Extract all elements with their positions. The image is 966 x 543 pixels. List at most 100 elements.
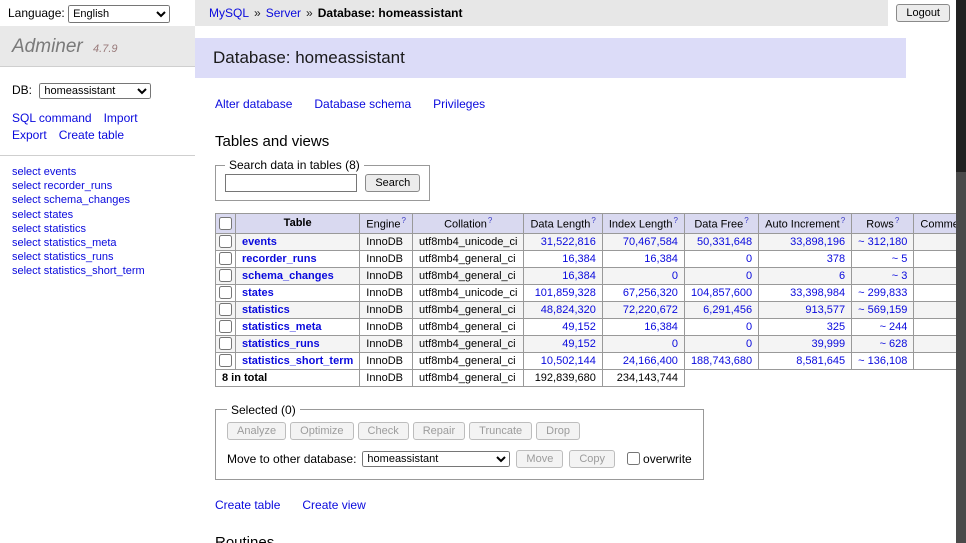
auto-increment-link[interactable]: 33,398,984 (790, 287, 845, 299)
row-checkbox[interactable] (219, 303, 232, 316)
help-icon[interactable]: ? (744, 216, 748, 225)
overwrite-checkbox[interactable] (627, 452, 640, 465)
table-link-events[interactable]: events (242, 236, 277, 248)
sidebar-item-select-statistics-meta[interactable]: select statistics_meta (12, 237, 183, 250)
rows-link[interactable]: ~ 136,108 (858, 355, 907, 367)
search-input[interactable] (225, 174, 357, 192)
help-icon[interactable]: ? (591, 216, 595, 225)
sidebar-item-select-statistics-short-term[interactable]: select statistics_short_term (12, 265, 183, 278)
help-icon[interactable]: ? (402, 216, 406, 225)
data-length-link[interactable]: 49,152 (562, 321, 596, 333)
data-free-link[interactable]: 50,331,648 (697, 236, 752, 248)
app-name[interactable]: Adminer (12, 36, 83, 57)
row-checkbox[interactable] (219, 235, 232, 248)
index-length-link[interactable]: 67,256,320 (623, 287, 678, 299)
help-icon[interactable]: ? (841, 216, 845, 225)
auto-increment-link[interactable]: 8,581,645 (796, 355, 845, 367)
data-free-link[interactable]: 188,743,680 (691, 355, 752, 367)
nav-link-alter-database[interactable]: Alter database (215, 97, 292, 111)
row-checkbox[interactable] (219, 337, 232, 350)
table-link-schema-changes[interactable]: schema_changes (242, 270, 334, 282)
sidebar-action-create-table[interactable]: Create table (59, 128, 124, 142)
table-link-statistics-short-term[interactable]: statistics_short_term (242, 355, 353, 367)
search-button[interactable]: Search (365, 174, 420, 192)
sidebar-item-select-recorder-runs[interactable]: select recorder_runs (12, 180, 183, 193)
breadcrumb-link-mysql[interactable]: MySQL (209, 6, 249, 20)
rows-link[interactable]: ~ 3 (892, 270, 908, 282)
row-checkbox[interactable] (219, 320, 232, 333)
data-length-link[interactable]: 16,384 (562, 253, 596, 265)
auto-increment-link[interactable]: 325 (827, 321, 845, 333)
index-length-link[interactable]: 0 (672, 338, 678, 350)
auto-increment-link[interactable]: 913,577 (805, 304, 845, 316)
rows-link[interactable]: ~ 299,833 (858, 287, 907, 299)
auto-increment-link[interactable]: 378 (827, 253, 845, 265)
select-all-checkbox[interactable] (219, 217, 232, 230)
table-link-statistics-runs[interactable]: statistics_runs (242, 338, 320, 350)
rows-link[interactable]: ~ 244 (880, 321, 908, 333)
copy-button[interactable]: Copy (569, 450, 615, 468)
help-icon[interactable]: ? (895, 216, 899, 225)
sidebar-item-select-statistics-runs[interactable]: select statistics_runs (12, 251, 183, 264)
rows-link[interactable]: ~ 312,180 (858, 236, 907, 248)
scrollbar-thumb[interactable] (956, 0, 966, 172)
truncate-button[interactable]: Truncate (469, 422, 532, 440)
sidebar-item-select-states[interactable]: select states (12, 209, 183, 222)
sidebar-item-select-schema-changes[interactable]: select schema_changes (12, 194, 183, 207)
analyze-button[interactable]: Analyze (227, 422, 286, 440)
help-icon[interactable]: ? (673, 216, 677, 225)
move-button[interactable]: Move (516, 450, 563, 468)
data-length-link[interactable]: 16,384 (562, 270, 596, 282)
rows-link[interactable]: ~ 569,159 (858, 304, 907, 316)
sidebar-item-select-events[interactable]: select events (12, 166, 183, 179)
table-link-statistics-meta[interactable]: statistics_meta (242, 321, 322, 333)
create-view-link[interactable]: Create view (302, 498, 365, 512)
data-length-link[interactable]: 48,824,320 (541, 304, 596, 316)
create-table-link[interactable]: Create table (215, 498, 280, 512)
sidebar-action-export[interactable]: Export (12, 128, 47, 142)
table-link-statistics[interactable]: statistics (242, 304, 290, 316)
data-length-link[interactable]: 49,152 (562, 338, 596, 350)
index-length-link[interactable]: 70,467,584 (623, 236, 678, 248)
sidebar-item-select-statistics[interactable]: select statistics (12, 223, 183, 236)
auto-increment-link[interactable]: 6 (839, 270, 845, 282)
sidebar-action-import[interactable]: Import (104, 111, 138, 125)
index-length-link[interactable]: 16,384 (644, 321, 678, 333)
data-free-link[interactable]: 6,291,456 (703, 304, 752, 316)
move-db-select[interactable]: homeassistant (362, 451, 510, 467)
optimize-button[interactable]: Optimize (290, 422, 353, 440)
auto-increment-link[interactable]: 39,999 (812, 338, 846, 350)
row-checkbox[interactable] (219, 252, 232, 265)
logout-button[interactable]: Logout (896, 4, 950, 22)
data-free-link[interactable]: 104,857,600 (691, 287, 752, 299)
index-length-link[interactable]: 72,220,672 (623, 304, 678, 316)
row-checkbox[interactable] (219, 286, 232, 299)
table-link-states[interactable]: states (242, 287, 274, 299)
data-free-link[interactable]: 0 (746, 270, 752, 282)
auto-increment-link[interactable]: 33,898,196 (790, 236, 845, 248)
drop-button[interactable]: Drop (536, 422, 580, 440)
nav-link-database-schema[interactable]: Database schema (314, 97, 411, 111)
db-select[interactable]: homeassistant (39, 83, 151, 99)
row-checkbox[interactable] (219, 269, 232, 282)
data-free-link[interactable]: 0 (746, 321, 752, 333)
data-length-link[interactable]: 31,522,816 (541, 236, 596, 248)
table-link-recorder-runs[interactable]: recorder_runs (242, 253, 317, 265)
index-length-link[interactable]: 0 (672, 270, 678, 282)
nav-link-privileges[interactable]: Privileges (433, 97, 485, 111)
help-icon[interactable]: ? (488, 216, 492, 225)
check-button[interactable]: Check (358, 422, 409, 440)
rows-link[interactable]: ~ 628 (880, 338, 908, 350)
data-free-link[interactable]: 0 (746, 338, 752, 350)
row-checkbox[interactable] (219, 354, 232, 367)
data-free-link[interactable]: 0 (746, 253, 752, 265)
sidebar-action-sql-command[interactable]: SQL command (12, 111, 92, 125)
data-length-link[interactable]: 10,502,144 (541, 355, 596, 367)
index-length-link[interactable]: 16,384 (644, 253, 678, 265)
vertical-scrollbar[interactable] (956, 0, 966, 543)
index-length-link[interactable]: 24,166,400 (623, 355, 678, 367)
language-select[interactable]: English (68, 5, 170, 23)
data-length-link[interactable]: 101,859,328 (535, 287, 596, 299)
repair-button[interactable]: Repair (413, 422, 465, 440)
breadcrumb-link-server[interactable]: Server (266, 6, 301, 20)
